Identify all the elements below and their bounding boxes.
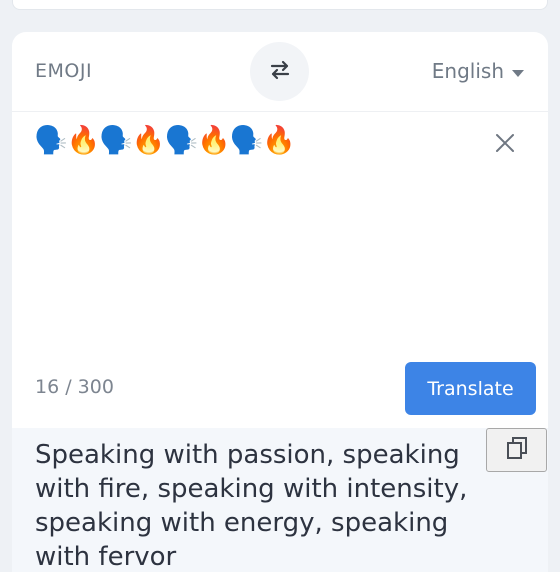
output-panel: Speaking with passion, speaking with fir… [12, 428, 548, 572]
copy-button[interactable] [486, 428, 547, 472]
swap-arrows-icon [269, 59, 291, 85]
source-language-label[interactable]: EMOJI [35, 60, 92, 82]
copy-icon [505, 436, 529, 464]
translator-card: EMOJI English 🗣️🔥🗣️🔥🗣️🔥🗣️🔥 16 / 300 Tran… [12, 32, 548, 572]
close-icon [495, 133, 515, 157]
target-language-label: English [431, 59, 504, 83]
target-language-select[interactable]: English [432, 59, 524, 83]
previous-card-edge [12, 0, 548, 10]
source-text-input[interactable]: 🗣️🔥🗣️🔥🗣️🔥🗣️🔥 [34, 124, 296, 158]
translation-output: Speaking with passion, speaking with fir… [35, 440, 468, 572]
character-counter: 16 / 300 [35, 376, 114, 398]
translate-button[interactable]: Translate [405, 362, 536, 415]
swap-languages-button[interactable] [250, 42, 309, 101]
language-bar: EMOJI English [12, 32, 548, 112]
caret-down-icon [512, 59, 524, 83]
clear-input-button[interactable] [492, 132, 518, 158]
